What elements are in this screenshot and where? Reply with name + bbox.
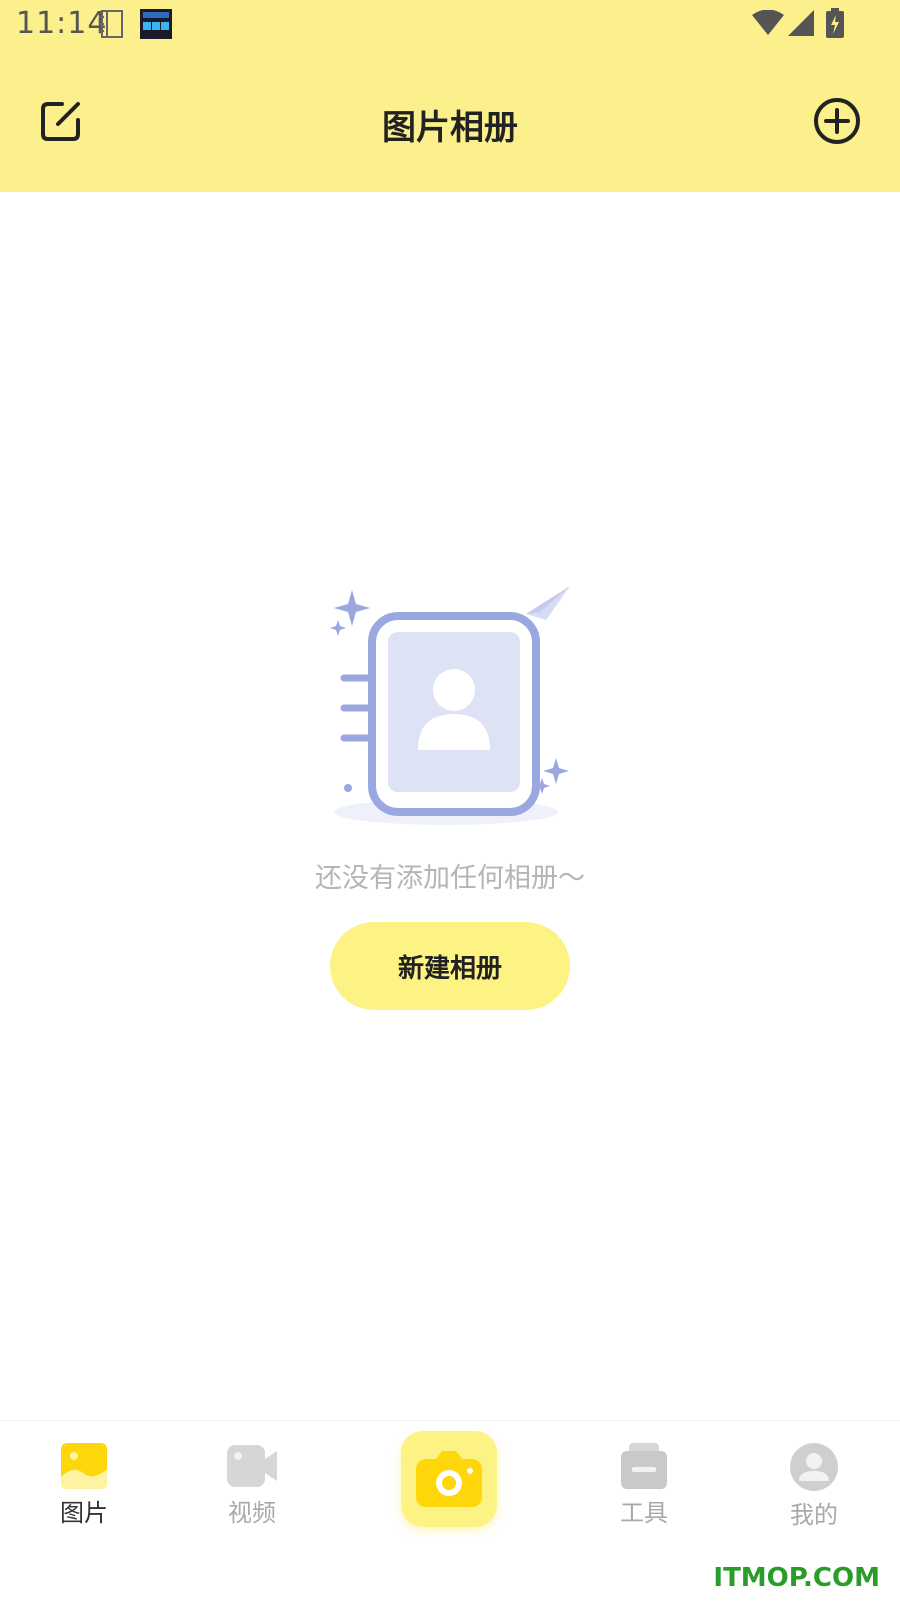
camera-button[interactable] — [401, 1431, 497, 1527]
wifi-icon — [752, 10, 784, 35]
nav-item-profile[interactable]: 我的 — [754, 1421, 874, 1531]
nav-item-videos[interactable]: 视频 — [192, 1421, 312, 1531]
nav-item-tools[interactable]: 工具 — [584, 1421, 704, 1531]
header-bar: 11:14 图片相册 — [0, 0, 900, 192]
page-title: 图片相册 — [382, 108, 518, 148]
add-album-button[interactable] — [812, 96, 868, 152]
nav-label-videos: 视频 — [228, 1499, 276, 1527]
watermark: ITMOP.COM — [713, 1563, 880, 1593]
status-bar: 11:14 — [0, 0, 900, 50]
nav-item-images[interactable]: 图片 — [24, 1421, 144, 1531]
create-album-button[interactable]: 新建相册 — [330, 922, 570, 1010]
empty-state-message: 还没有添加任何相册～ — [315, 863, 585, 894]
empty-album-illustration — [330, 586, 570, 825]
add-circle-icon — [814, 98, 860, 144]
image-icon — [61, 1443, 107, 1489]
battery-icon — [826, 8, 844, 38]
notebook-icon — [99, 10, 123, 38]
app-notification-icon — [140, 9, 172, 39]
toolbox-icon — [621, 1443, 667, 1489]
nav-label-images: 图片 — [60, 1499, 108, 1527]
signal-icon — [788, 10, 814, 36]
profile-icon — [790, 1443, 838, 1491]
status-time: 11:14 — [16, 6, 108, 41]
nav-label-tools: 工具 — [620, 1499, 668, 1527]
camera-icon — [416, 1451, 482, 1507]
nav-label-profile: 我的 — [790, 1501, 838, 1529]
video-icon — [227, 1445, 277, 1487]
